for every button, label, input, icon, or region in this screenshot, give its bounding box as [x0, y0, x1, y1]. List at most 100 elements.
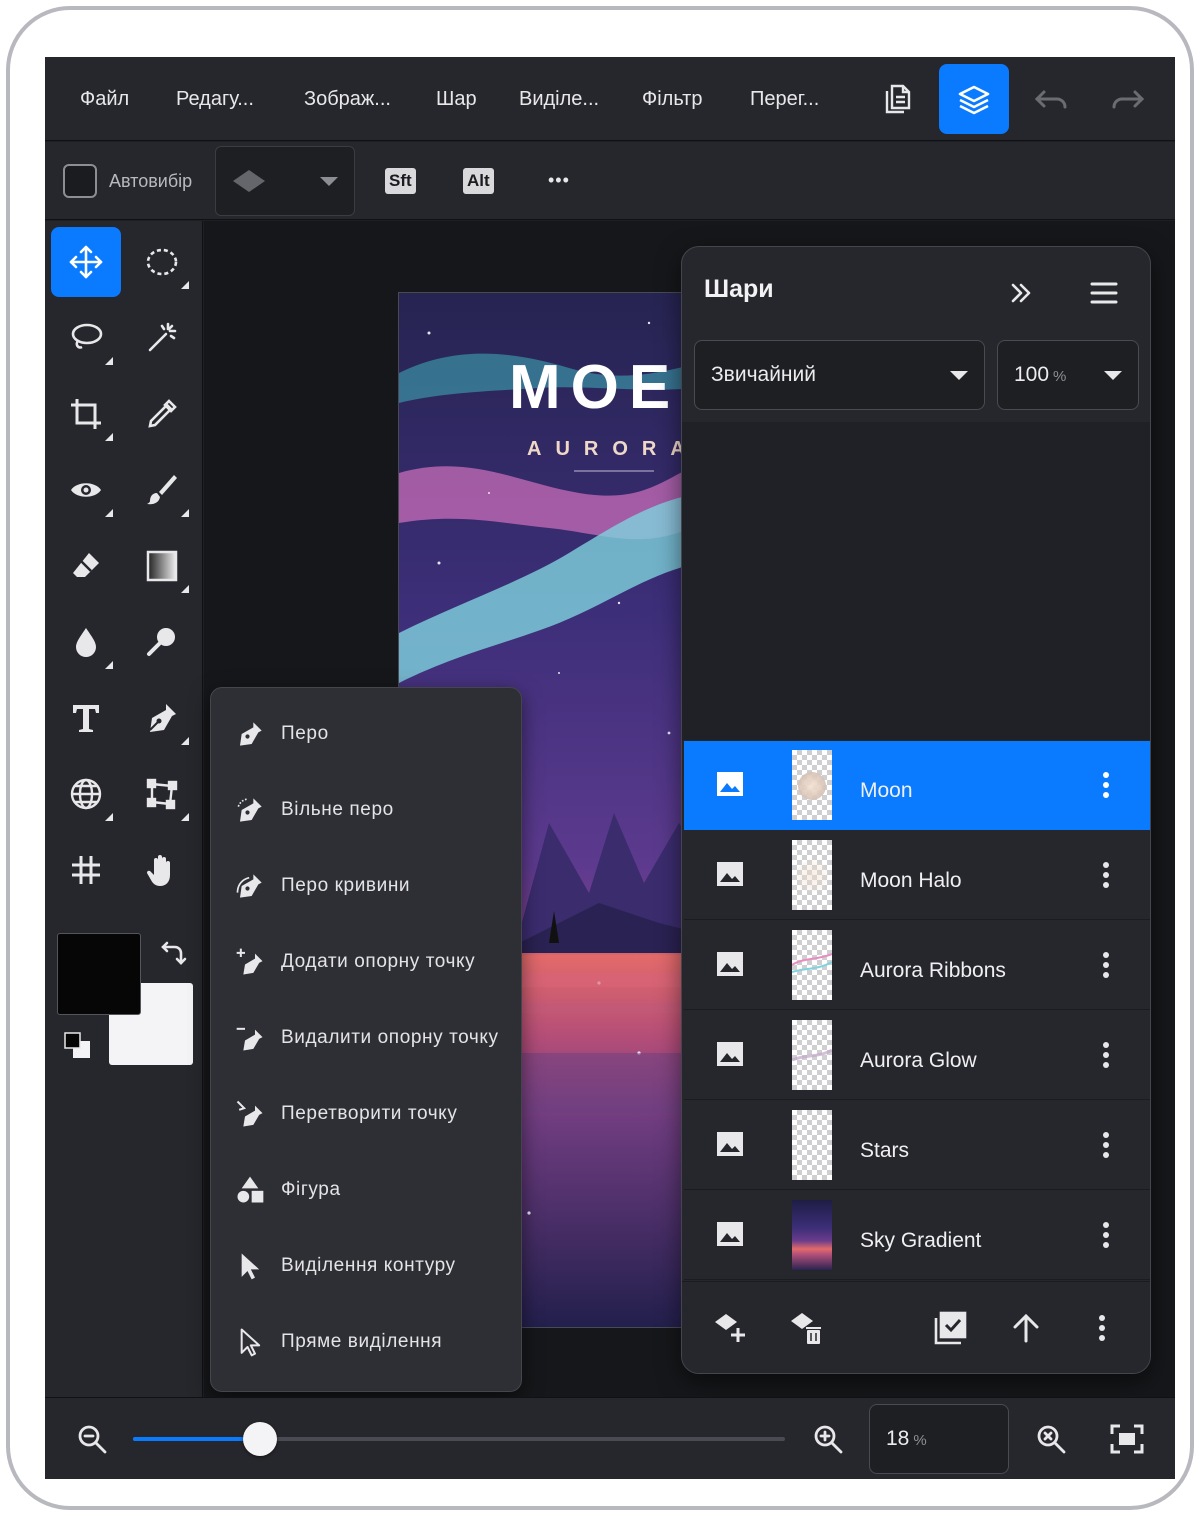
layers-more-button[interactable]: [1080, 1306, 1124, 1350]
freeform-pen-menu-item[interactable]: Вільне перо: [211, 772, 521, 848]
layer-select-dropdown[interactable]: [215, 146, 355, 216]
undo-button[interactable]: [1016, 64, 1086, 134]
more-vertical-icon[interactable]: [1102, 1131, 1110, 1159]
shape-menu-item[interactable]: Фігура: [211, 1152, 521, 1228]
gradient-icon: [146, 550, 178, 582]
curvature-pen-menu-item[interactable]: Перо кривини: [211, 848, 521, 924]
grid-tool[interactable]: [51, 835, 121, 905]
delete-anchor-menu-item[interactable]: Видалити опорну точку: [211, 1000, 521, 1076]
magic-wand-tool[interactable]: [127, 303, 197, 373]
more-vertical-icon[interactable]: [1102, 1221, 1110, 1249]
zoom-in-button[interactable]: [805, 1416, 851, 1462]
more-vertical-icon[interactable]: [1102, 951, 1110, 979]
menu-bar: Файл Редагу... Зображ... Шар Виділе... Ф…: [45, 57, 1175, 141]
image-layer-icon: [717, 862, 743, 886]
default-colors-icon[interactable]: [63, 1031, 93, 1061]
shift-key-toggle[interactable]: Sft: [385, 168, 416, 194]
opacity-text: 100%: [1014, 341, 1066, 409]
brush-icon: [147, 475, 177, 505]
foreground-color-swatch[interactable]: [57, 933, 141, 1015]
zoom-slider[interactable]: [133, 1422, 785, 1456]
swap-colors-icon[interactable]: [157, 939, 187, 969]
layer-row-moon[interactable]: Moon: [684, 741, 1150, 830]
poster-title: МОЕ: [509, 353, 680, 422]
move-tool[interactable]: [51, 227, 121, 297]
move-layer-up-button[interactable]: [1004, 1306, 1048, 1350]
zoom-value: 18: [886, 1427, 910, 1450]
poster-subtitle: AURORA: [527, 438, 698, 460]
pen-menu-item[interactable]: Перо: [211, 696, 521, 772]
collapse-panel-icon[interactable]: [1008, 280, 1034, 306]
red-eye-tool[interactable]: [51, 455, 121, 525]
more-vertical-icon[interactable]: [1102, 861, 1110, 889]
zoom-slider-thumb[interactable]: [243, 1422, 278, 1456]
menu-filter[interactable]: Фільтр: [642, 57, 702, 141]
merge-layers-button[interactable]: [928, 1306, 972, 1350]
hand-tool[interactable]: [127, 835, 197, 905]
documents-icon: [885, 84, 911, 114]
direct-select-menu-item[interactable]: Пряме виділення: [211, 1304, 521, 1380]
add-layer-button[interactable]: [708, 1306, 752, 1350]
panel-menu-icon[interactable]: [1089, 280, 1119, 306]
diamond-icon: [233, 170, 265, 192]
marquee-tool[interactable]: [127, 227, 197, 297]
menu-file[interactable]: Файл: [80, 57, 129, 141]
layer-row-sky-gradient[interactable]: Sky Gradient: [684, 1191, 1150, 1280]
path-select-menu-item[interactable]: Виділення контуру: [211, 1228, 521, 1304]
opacity-dropdown[interactable]: 100%: [997, 340, 1139, 410]
alt-key-toggle[interactable]: Alt: [463, 168, 494, 194]
menu-select[interactable]: Виділе...: [519, 57, 599, 141]
blend-mode-dropdown[interactable]: Звичайний: [694, 340, 985, 410]
lasso-tool[interactable]: [51, 303, 121, 373]
more-vertical-icon[interactable]: [1102, 771, 1110, 799]
layer-row-stars[interactable]: Stars: [684, 1101, 1150, 1190]
convert-point-menu-item[interactable]: Перетворити точку: [211, 1076, 521, 1152]
documents-button[interactable]: [862, 64, 932, 134]
more-options-button[interactable]: •••: [548, 142, 570, 220]
add-anchor-menu-item[interactable]: Додати опорну точку: [211, 924, 521, 1000]
fit-to-screen-button[interactable]: [1104, 1416, 1150, 1462]
layer-thumbnail: [792, 930, 832, 1000]
app-screen: Файл Редагу... Зображ... Шар Виділе... Ф…: [45, 57, 1175, 1479]
layers-toggle-button[interactable]: [939, 64, 1009, 134]
delete-layer-button[interactable]: [784, 1306, 828, 1350]
blend-mode-value: Звичайний: [711, 363, 816, 386]
dodge-tool[interactable]: [127, 607, 197, 677]
redo-icon: [1112, 90, 1145, 109]
eraser-tool[interactable]: [51, 531, 121, 601]
autoselect-checkbox[interactable]: [63, 164, 97, 198]
layers-footer: [682, 1281, 1150, 1373]
menu-edit[interactable]: Редагу...: [176, 57, 254, 141]
zoom-out-icon: [78, 1425, 107, 1454]
convert-point-icon: [236, 1100, 263, 1127]
crop-tool[interactable]: [51, 379, 121, 449]
water-drop-icon: [76, 628, 96, 657]
blur-tool[interactable]: [51, 607, 121, 677]
transform-icon: [146, 778, 178, 810]
menu-layer[interactable]: Шар: [436, 57, 477, 141]
globe-tool[interactable]: [51, 759, 121, 829]
layer-row-aurora-glow[interactable]: Aurora Glow: [684, 1011, 1150, 1100]
menu-view[interactable]: Перег...: [750, 57, 819, 141]
more-vertical-icon[interactable]: [1102, 1041, 1110, 1069]
layer-row-aurora-ribbons[interactable]: Aurora Ribbons: [684, 921, 1150, 1010]
zoom-out-button[interactable]: [69, 1416, 115, 1462]
tools-panel: [45, 221, 203, 1397]
autoselect-label: Автовибір: [109, 171, 193, 191]
zoom-reset-button[interactable]: [1028, 1416, 1074, 1462]
zoom-percent-field[interactable]: 18%: [869, 1404, 1009, 1474]
type-tool[interactable]: [51, 683, 121, 753]
menu-image[interactable]: Зображ...: [304, 57, 391, 141]
layer-row-moon-halo[interactable]: Moon Halo: [684, 831, 1150, 920]
freeform-pen-icon: [237, 798, 262, 822]
layers-empty-area: [682, 422, 1150, 740]
brush-tool[interactable]: [127, 455, 197, 525]
pen-tool[interactable]: [127, 683, 197, 753]
pen-nib-icon: [149, 704, 176, 732]
lasso-icon: [71, 323, 103, 349]
crop-icon: [71, 399, 101, 429]
gradient-tool[interactable]: [127, 531, 197, 601]
eyedropper-tool[interactable]: [127, 379, 197, 449]
redo-button[interactable]: [1093, 64, 1163, 134]
transform-tool[interactable]: [127, 759, 197, 829]
